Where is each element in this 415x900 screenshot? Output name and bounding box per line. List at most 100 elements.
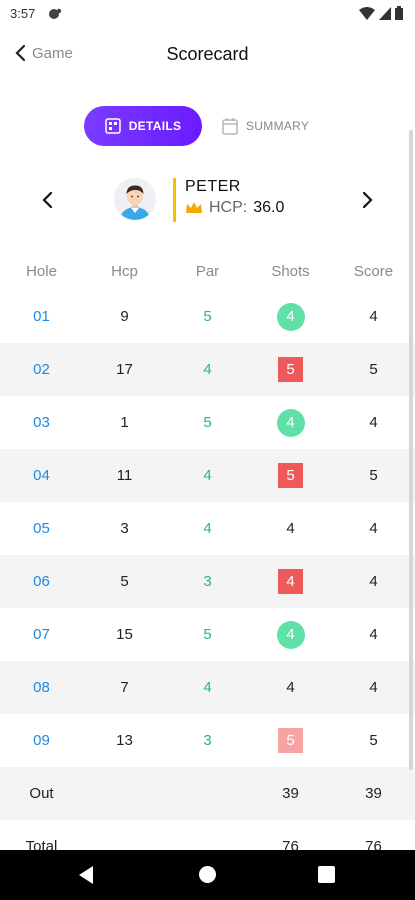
player-name: PETER (185, 178, 241, 195)
scrollbar[interactable] (409, 130, 413, 770)
table-header: Hole Hcp Par Shots Score (0, 252, 415, 290)
nav-back-button[interactable] (77, 865, 95, 885)
status-icons (359, 6, 403, 20)
header-shots: Shots (271, 262, 310, 280)
tab-summary[interactable]: SUMMARY (222, 106, 322, 146)
handicap-line: HCP: 36.0 (185, 199, 284, 217)
status-bar: 3:57 (0, 0, 415, 28)
player-selector: PETER HCP: 36.0 (0, 170, 415, 230)
hole-hcp: 13 (116, 732, 133, 749)
crown-icon (186, 202, 202, 213)
table-row[interactable]: 09 13 3 5 5 (0, 714, 415, 767)
header-par: Par (195, 262, 220, 280)
hole-number: 07 (33, 626, 50, 643)
shots-badge: 4 (276, 302, 305, 331)
hcp-value: 36.0 (253, 199, 285, 216)
hole-number: 03 (33, 414, 50, 431)
shots-cell: 5 (249, 728, 332, 753)
shots-cell: 4 (249, 679, 332, 696)
hole-score: 4 (369, 308, 378, 325)
hole-par: 5 (203, 308, 212, 325)
hole-par: 4 (203, 467, 212, 484)
hole-par: 4 (203, 361, 212, 378)
table-row[interactable]: 04 11 4 5 5 (0, 449, 415, 502)
hcp-label: HCP: (209, 199, 248, 216)
scorecard-table: Hole Hcp Par Shots Score 01 9 5 4 4 02 17 4 5 5 03… (0, 252, 415, 873)
page-title: Scorecard (166, 44, 249, 64)
hole-score: 4 (369, 573, 378, 590)
tab-details[interactable]: DETAILS (84, 106, 202, 146)
player-info: PETER HCP: 36.0 (173, 178, 284, 222)
next-player-button[interactable] (357, 188, 377, 212)
table-row[interactable]: 05 3 4 4 4 (0, 502, 415, 555)
hole-score: 4 (369, 679, 378, 696)
hole-hcp: 17 (116, 361, 133, 378)
hole-par: 3 (203, 573, 212, 590)
table-row[interactable]: 02 17 4 5 5 (0, 343, 415, 396)
header-score: Score (353, 262, 394, 280)
table-row[interactable]: 08 7 4 4 4 (0, 661, 415, 714)
nav-recents-button[interactable] (318, 866, 335, 883)
table-row[interactable]: 01 9 5 4 4 (0, 290, 415, 343)
hole-number: 01 (33, 308, 50, 325)
hole-number: 09 (33, 732, 50, 749)
shots-cell: 4 (249, 620, 332, 649)
avatar (114, 178, 156, 220)
out-row: Out 39 39 (0, 767, 415, 820)
status-time: 3:57 (10, 6, 36, 21)
hole-hcp: 11 (116, 467, 133, 484)
hole-par: 3 (203, 732, 212, 749)
hole-par: 5 (203, 626, 212, 643)
hole-par: 4 (203, 520, 212, 537)
shots-badge: 5 (278, 357, 303, 382)
hole-hcp: 1 (120, 414, 129, 431)
table-row[interactable]: 03 1 5 4 4 (0, 396, 415, 449)
wifi-icon (359, 6, 375, 20)
shots-cell: 4 (249, 408, 332, 437)
shots-badge: 4 (276, 620, 305, 649)
battery-icon (395, 6, 403, 20)
shots-cell: 4 (249, 569, 332, 594)
hole-hcp: 3 (120, 520, 129, 537)
table-row[interactable]: 07 15 5 4 4 (0, 608, 415, 661)
header-hole: Hole (26, 262, 57, 280)
shots-badge: 4 (276, 408, 305, 437)
hole-number: 04 (33, 467, 50, 484)
shots-cell: 4 (249, 520, 332, 537)
table-row[interactable]: 06 5 3 4 4 (0, 555, 415, 608)
previous-player-button[interactable] (38, 188, 58, 212)
tab-summary-label: SUMMARY (246, 119, 310, 133)
hole-number: 06 (33, 573, 50, 590)
out-label: Out (29, 785, 54, 802)
calendar-icon (222, 118, 238, 135)
shots-cell: 5 (249, 357, 332, 382)
signal-icon (379, 6, 391, 20)
app-header: Game Scorecard (0, 28, 415, 84)
hole-hcp: 5 (120, 573, 129, 590)
out-shots: 39 (282, 785, 299, 802)
hole-hcp: 9 (120, 308, 129, 325)
hole-number: 05 (33, 520, 50, 537)
shots-cell: 5 (249, 463, 332, 488)
shots-cell: 4 (249, 302, 332, 331)
hole-number: 08 (33, 679, 50, 696)
hole-score: 4 (369, 414, 378, 431)
hole-score: 4 (369, 626, 378, 643)
header-hcp: Hcp (111, 262, 138, 280)
hole-par: 4 (203, 679, 212, 696)
player-avatar-icon (114, 178, 156, 220)
tab-details-label: DETAILS (128, 119, 182, 133)
system-nav-bar (0, 850, 415, 900)
hole-par: 5 (203, 414, 212, 431)
hole-score: 5 (369, 732, 378, 749)
hole-score: 4 (369, 520, 378, 537)
shots-badge: 4 (286, 520, 295, 537)
nav-home-button[interactable] (199, 866, 216, 883)
out-score: 39 (365, 785, 382, 802)
hole-score: 5 (369, 361, 378, 378)
notification-icon (49, 8, 62, 19)
hole-hcp: 15 (116, 626, 133, 643)
hole-score: 5 (369, 467, 378, 484)
shots-badge: 4 (278, 569, 303, 594)
hole-number: 02 (33, 361, 50, 378)
